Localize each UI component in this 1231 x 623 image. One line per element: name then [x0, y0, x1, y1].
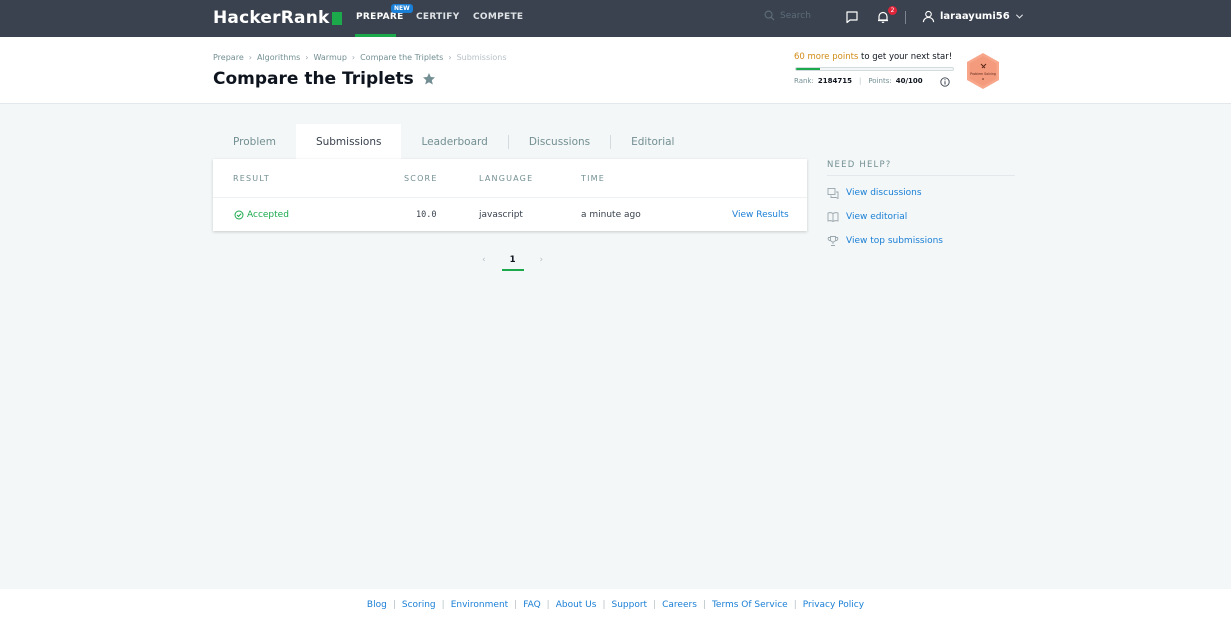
breadcrumb: Prepare › Algorithms › Warmup › Compare … — [213, 53, 507, 62]
nav-compete[interactable]: COMPETE — [473, 12, 523, 22]
points-message: to get your next star! — [858, 52, 953, 62]
table-divider — [213, 197, 807, 198]
breadcrumb-separator-icon: › — [305, 53, 309, 62]
tab-leaderboard[interactable]: Leaderboard — [401, 124, 507, 159]
badge-label: Problem Solving — [970, 72, 996, 76]
header-time: TIME — [581, 174, 606, 183]
check-circle-icon — [234, 210, 244, 220]
footer-separator: | — [702, 600, 706, 610]
view-results-link[interactable]: View Results — [732, 210, 789, 220]
logo-text: HackerRank — [213, 8, 330, 28]
result-status: Accepted — [234, 210, 289, 220]
search-placeholder: Search — [780, 10, 811, 21]
user-menu[interactable]: laraayumi56 — [922, 10, 1024, 23]
chevron-down-icon — [1015, 14, 1023, 19]
tab-editorial[interactable]: Editorial — [611, 124, 694, 159]
breadcrumb-prepare[interactable]: Prepare — [213, 53, 244, 62]
info-icon[interactable] — [940, 77, 950, 87]
star-progress-fill — [796, 68, 820, 70]
footer-separator: | — [514, 600, 518, 610]
header-language: LANGUAGE — [479, 174, 534, 183]
new-badge: NEW — [391, 4, 413, 13]
points-label: Points: — [868, 77, 892, 85]
points-needed: 60 more points — [794, 52, 859, 62]
user-icon — [922, 10, 935, 23]
breadcrumb-separator-icon: › — [351, 53, 356, 62]
footer-separator: | — [546, 600, 550, 610]
footer-link-careers[interactable]: Careers — [662, 600, 697, 610]
submissions-table: RESULT SCORE LANGUAGE TIME Accepted 10.0… — [213, 159, 807, 231]
help-item-label: View editorial — [846, 212, 908, 222]
footer: Blog | Scoring | Environment | FAQ | About U… — [0, 589, 1231, 623]
notification-count-badge: 2 — [888, 6, 897, 15]
username: laraayumi56 — [940, 11, 1010, 22]
nav-prepare[interactable]: PREPARE — [356, 12, 404, 22]
rank-label: Rank: — [794, 77, 814, 85]
problem-solving-badge-icon[interactable]: Problem Solving — [965, 52, 1001, 90]
hackerrank-logo[interactable]: HackerRank — [213, 8, 342, 28]
top-navbar: HackerRank PREPARE NEW CERTIFY COMPETE S… — [0, 0, 1231, 37]
next-page-icon[interactable]: › — [540, 255, 544, 265]
footer-links: Blog | Scoring | Environment | FAQ | About U… — [0, 600, 1231, 610]
challenge-tabs: Problem Submissions Leaderboard Discussi… — [213, 124, 694, 159]
footer-link-support[interactable]: Support — [612, 600, 648, 610]
header-result: RESULT — [233, 174, 270, 183]
next-star-message: 60 more points to get your next star! — [794, 52, 952, 62]
page-title-text: Compare the Triplets — [213, 69, 414, 89]
header-score: SCORE — [404, 174, 438, 183]
pagination: ‹ 1 › — [482, 255, 544, 271]
view-discussions-link[interactable]: View discussions — [827, 187, 922, 199]
nav-divider — [905, 11, 906, 24]
page-header: Prepare › Algorithms › Warmup › Compare … — [0, 37, 1231, 104]
help-item-label: View top submissions — [846, 236, 943, 246]
language-value: javascript — [479, 210, 523, 220]
breadcrumb-algorithms[interactable]: Algorithms — [257, 53, 300, 62]
rank-divider: | — [858, 77, 862, 85]
trophy-icon — [827, 236, 839, 246]
score-value: 10.0 — [416, 210, 437, 220]
tab-discussions[interactable]: Discussions — [509, 124, 610, 159]
footer-link-blog[interactable]: Blog — [367, 600, 387, 610]
nav-certify[interactable]: CERTIFY — [416, 12, 460, 22]
footer-link-about-us[interactable]: About Us — [556, 600, 597, 610]
footer-link-privacy[interactable]: Privacy Policy — [803, 600, 864, 610]
footer-separator: | — [793, 600, 797, 610]
breadcrumb-separator-icon: › — [448, 53, 452, 62]
footer-separator: | — [441, 600, 445, 610]
footer-link-environment[interactable]: Environment — [451, 600, 508, 610]
rank-points: Rank: 2184715 | Points: 40/100 — [794, 77, 923, 85]
messages-icon[interactable] — [845, 10, 859, 24]
footer-separator: | — [653, 600, 657, 610]
star-icon[interactable] — [422, 72, 436, 86]
points-value: 40/100 — [895, 77, 923, 85]
star-progress-bar — [795, 67, 954, 71]
time-value: a minute ago — [581, 210, 641, 220]
book-icon — [827, 212, 839, 223]
view-top-submissions-link[interactable]: View top submissions — [827, 235, 943, 247]
result-text: Accepted — [247, 210, 289, 220]
tab-problem[interactable]: Problem — [213, 124, 296, 159]
breadcrumb-separator-icon: › — [248, 53, 252, 62]
breadcrumb-warmup[interactable]: Warmup — [314, 53, 347, 62]
search-box[interactable]: Search — [764, 10, 811, 21]
footer-separator: | — [392, 600, 396, 610]
page-title: Compare the Triplets — [213, 69, 436, 89]
need-help-divider — [827, 175, 1015, 176]
breadcrumb-submissions: Submissions — [456, 53, 507, 62]
footer-link-faq[interactable]: FAQ — [523, 600, 540, 610]
need-help-title: NEED HELP? — [827, 160, 892, 170]
help-item-label: View discussions — [846, 188, 922, 198]
search-icon — [764, 10, 775, 21]
tab-submissions[interactable]: Submissions — [295, 124, 402, 159]
prev-page-icon[interactable]: ‹ — [482, 255, 486, 265]
rank-value: 2184715 — [817, 77, 852, 85]
footer-separator: | — [602, 600, 606, 610]
page-number[interactable]: 1 — [501, 255, 524, 271]
footer-link-terms[interactable]: Terms Of Service — [712, 600, 788, 610]
discussions-icon — [827, 188, 839, 199]
view-editorial-link[interactable]: View editorial — [827, 211, 907, 223]
breadcrumb-compare-the-triplets[interactable]: Compare the Triplets — [360, 53, 443, 62]
logo-block-icon — [331, 11, 342, 25]
footer-link-scoring[interactable]: Scoring — [402, 600, 436, 610]
